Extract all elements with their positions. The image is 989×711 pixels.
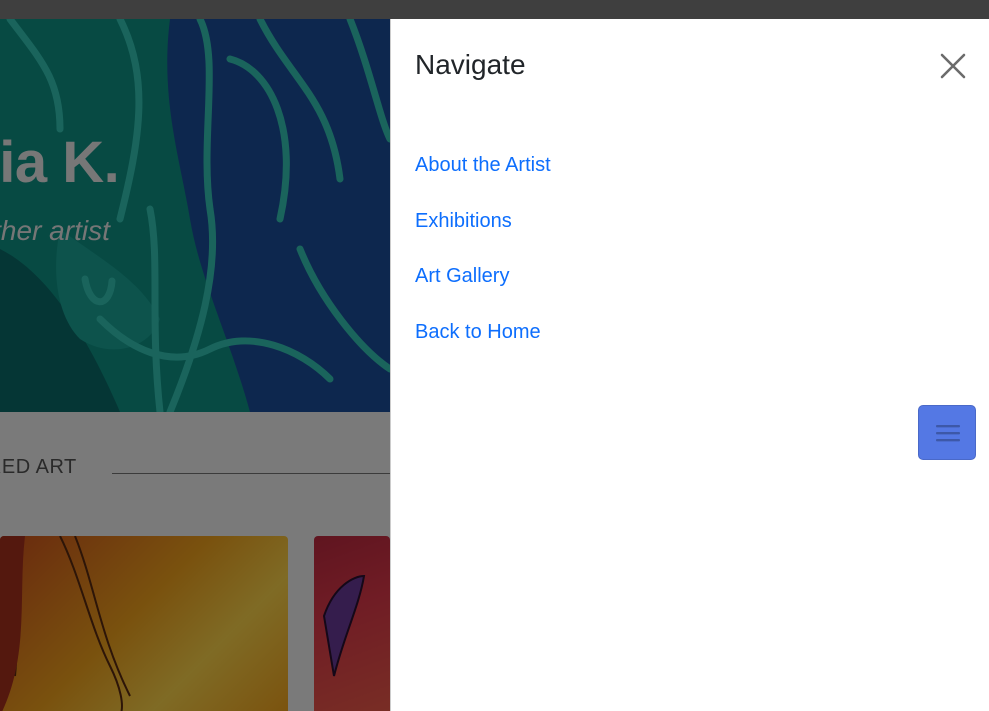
nav-item: About the Artist	[415, 150, 551, 206]
close-icon	[940, 53, 966, 79]
nav-item: Back to Home	[415, 317, 551, 373]
offcanvas-title: Navigate	[415, 49, 526, 80]
nav-link-art-gallery[interactable]: Art Gallery	[415, 261, 509, 291]
browser-top-bar	[0, 0, 989, 19]
close-button[interactable]	[937, 50, 969, 82]
nav-list: About the Artist Exhibitions Art Gallery…	[415, 150, 551, 372]
nav-link-about-the-artist[interactable]: About the Artist	[415, 150, 551, 180]
offcanvas-navigation: Navigate About the Artist Exhibitions Ar…	[390, 19, 989, 711]
nav-item: Exhibitions	[415, 206, 551, 262]
nav-link-exhibitions[interactable]: Exhibitions	[415, 206, 512, 236]
hamburger-icon	[936, 425, 960, 442]
menu-toggle-button[interactable]	[918, 405, 976, 460]
nav-item: Art Gallery	[415, 261, 551, 317]
nav-link-back-to-home[interactable]: Back to Home	[415, 317, 541, 347]
